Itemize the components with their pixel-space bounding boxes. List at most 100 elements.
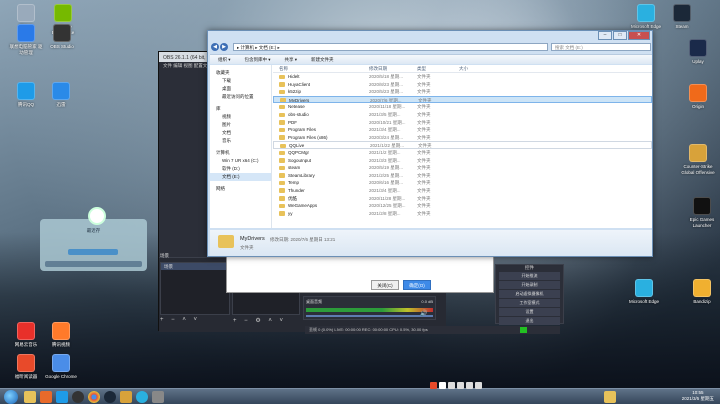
taskbar-folder-icon[interactable] [604,391,616,403]
dialog-ok-button[interactable]: 确定(O) [403,280,431,290]
nav-item[interactable]: 网络 [210,185,271,193]
obs-control-button[interactable]: 启动虚拟摄像机 [499,290,560,298]
desktop-icon[interactable]: 腾讯QQ [8,82,44,108]
obs-sources-toolbar[interactable]: + − ⚙ ˄ ˅ [233,317,286,324]
desktop-icon[interactable]: Origin [680,84,716,110]
desktop-icon[interactable]: 网易云音乐 [8,322,44,348]
clock[interactable]: 10:55 2021/3/5 星期五 [682,390,714,402]
desktop-icon[interactable]: Google Chrome [43,354,79,380]
volume-slider[interactable] [306,315,433,317]
file-row[interactable]: WeGameApps 2020/12/25 星期... 文件夹 [273,202,652,210]
widget-actions[interactable] [45,261,142,267]
nav-item[interactable]: 视频 [210,113,271,121]
desktop-icon[interactable]: 迅雷 [43,82,79,108]
file-row[interactable]: k52zip 2020/5/23 星期... 文件夹 [273,88,652,96]
taskbar-chrome-icon[interactable] [88,391,100,403]
obs-control-button[interactable]: 开始推流 [499,272,560,280]
obs-scenes-toolbar[interactable]: + − ˄ ˅ [160,317,200,323]
taskbar-csgo-icon[interactable] [120,391,132,403]
start-button[interactable] [4,390,18,404]
nav-item[interactable]: 图片 [210,121,271,129]
column-type[interactable]: 类型 [417,65,459,72]
file-row[interactable]: SteamLibrary 2021/2/25 星期... 文件夹 [273,172,652,180]
file-row[interactable]: Temp 2020/6/16 星期... 文件夹 [273,179,652,187]
file-row[interactable]: Program Files 2021/3/4 星期... 文件夹 [273,126,652,134]
toolbar-button[interactable]: 共享 ▾ [285,57,298,63]
desktop-icon[interactable]: 福昕阅读器 [8,354,44,380]
file-row[interactable]: 优酷 2020/11/28 星期... 文件夹 [273,195,652,203]
desktop-icon[interactable]: Steam [664,4,700,30]
tools-icon[interactable] [475,382,482,389]
mic-icon[interactable] [448,382,455,389]
toolbar-button[interactable]: 新建文件夹 [311,57,334,63]
maximize-button[interactable]: □ [613,31,627,40]
file-row[interactable]: yy 2021/2/8 星期... 文件夹 [273,210,652,218]
desktop-icon[interactable]: Counter-Strike Global Offensive [680,144,716,176]
search-input[interactable]: 搜索 文档 (E:) [551,43,651,51]
floating-widget[interactable]: 最近存 [40,207,147,271]
explorer-titlebar[interactable]: – □ ✕ [208,31,652,42]
lang-icon[interactable] [439,382,446,389]
nav-item[interactable]: 最近访问的位置 [210,93,271,101]
desktop-icon[interactable]: Bandizip [684,279,720,305]
file-row[interactable]: steam 2020/5/19 星期... 文件夹 [273,164,652,172]
file-row[interactable]: QQLive 2021/1/22 星期... 文件夹 [273,141,652,149]
mixer-mute-icon[interactable]: 🔊 [420,310,427,317]
file-row[interactable]: obs-studio 2021/3/5 星期... 文件夹 [273,111,652,119]
nav-item[interactable]: 库 [210,105,271,113]
keyboard-icon[interactable] [457,382,464,389]
desktop-icon[interactable]: 联想电脑管家 驱动管理 [8,24,44,56]
desktop-icon[interactable]: 腾讯视频 [43,322,79,348]
obs-control-button[interactable]: 开始录制 [499,281,560,289]
file-row[interactable]: Netease 2020/11/18 星期... 文件夹 [273,103,652,111]
input-method-bar[interactable] [430,382,482,390]
nav-item[interactable]: 收藏夹 [210,69,271,77]
obs-control-button[interactable]: 工作室模式 [499,299,560,307]
file-row[interactable]: PDF 2020/10/21 星期... 文件夹 [273,119,652,127]
forward-button[interactable]: ▶ [220,43,228,51]
desktop-icon[interactable]: OBS Studio [44,24,80,50]
file-row[interactable]: HuyaClient 2020/8/23 星期... 文件夹 [273,81,652,89]
desktop-icon[interactable]: Epic Games Launcher [684,197,720,229]
taskbar-media-icon[interactable] [40,391,52,403]
skin-icon[interactable] [466,382,473,389]
nav-item[interactable]: 桌面 [210,85,271,93]
dialog-close-button[interactable]: 关闭(C) [371,280,399,290]
desktop-icon[interactable]: Microsoft Edge [628,4,664,30]
nav-item[interactable]: 软件 (D:) [210,165,271,173]
nav-item[interactable]: 计算机 [210,149,271,157]
obs-control-button[interactable]: 退出 [499,317,560,325]
nav-item[interactable]: 文档 [210,129,271,137]
file-row[interactable]: Program Files (x86) 2020/3/24 星期... 文件夹 [273,134,652,142]
minimize-button[interactable]: – [598,31,612,40]
file-row[interactable]: Thunder 2021/3/4 星期... 文件夹 [273,187,652,195]
file-row[interactable]: SogouInput 2021/3/3 星期... 文件夹 [273,157,652,165]
close-button[interactable]: ✕ [628,31,650,40]
back-button[interactable]: ◀ [211,43,219,51]
column-date[interactable]: 修改日期 [369,65,417,72]
taskbar-edge-icon[interactable] [136,391,148,403]
file-row[interactable]: MyDrivers 2020/7/6 星期... 文件夹 [273,95,652,104]
explorer-window[interactable]: – □ ✕ ◀ ▶ ▸ 计算机 ▸ 文档 (E:) ▸ 搜索 文档 (E:) 组… [207,30,653,257]
toolbar-button[interactable]: 组织 ▾ [218,57,231,63]
taskbar-explorer-icon[interactable] [24,391,36,403]
column-size[interactable]: 大小 [459,65,489,72]
nav-item[interactable]: 音乐 [210,137,271,145]
taskbar-qq-icon[interactable] [56,391,68,403]
desktop-icon[interactable]: Microsoft Edge [626,279,662,305]
toolbar-button[interactable]: 包含到库中 ▾ [245,57,271,63]
nav-item[interactable]: 下载 [210,77,271,85]
scene-item[interactable]: 场景 [161,263,229,270]
sogou-icon[interactable] [430,382,437,389]
desktop-icon[interactable]: Uplay [680,39,716,65]
nav-item[interactable]: Win 7 UR x64 (C:) [210,157,271,165]
nav-item[interactable]: 文档 (E:) [210,173,271,181]
obs-scenes-list[interactable]: 场景 [160,262,230,315]
file-row[interactable]: Hidelt 2020/5/18 星期... 文件夹 [273,73,652,81]
column-name[interactable]: 名称 [273,65,369,72]
taskbar-app-icon[interactable] [152,391,164,403]
obs-control-button[interactable]: 设置 [499,308,560,316]
taskbar-steam-icon[interactable] [104,391,116,403]
file-row[interactable]: QQPCMgr 2021/1/2 星期... 文件夹 [273,149,652,157]
taskbar-obs-icon[interactable] [72,391,84,403]
